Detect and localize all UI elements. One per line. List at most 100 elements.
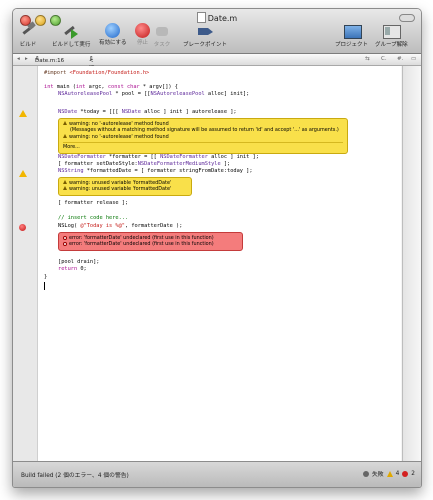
code-line-formatter: NSDateFormatter *formatter = [[ NSDateFo…: [58, 154, 259, 161]
back-arrow-icon[interactable]: ◂: [17, 56, 20, 62]
code-line-formatteddate: NSString *formattedDate = [ formatter st…: [58, 168, 253, 175]
project-icon: [343, 23, 362, 40]
code-text: [ formatter release ];: [58, 200, 129, 206]
stop-button[interactable]: 停止: [135, 23, 150, 47]
warning-icon: [63, 121, 67, 125]
warning-count-icon: [386, 470, 393, 477]
build-button[interactable]: ビルド: [19, 23, 37, 49]
warning-icon: [63, 186, 67, 191]
breakpoint-icon: [196, 23, 214, 40]
error-bubble-undeclared[interactable]: error: 'formatterDate' undeclared (first…: [58, 232, 243, 251]
code-line-return: return 0;: [58, 266, 87, 273]
code-text: alloc ] init ] autorelease ];: [140, 109, 237, 115]
code-line-drain: [pool drain];: [58, 259, 99, 266]
warning-marker-icon[interactable]: [19, 170, 27, 177]
code-text: main (: [53, 84, 76, 90]
warning-icon: [63, 133, 67, 138]
code-line-close-brace: }: [44, 274, 47, 281]
keyword: return: [58, 266, 78, 272]
ungroup-button[interactable]: グループ解除: [375, 23, 408, 49]
file-popup-label: Date.m:16: [35, 58, 65, 64]
warning-bubble-autorelease[interactable]: warning: no '-autorelease' method found …: [58, 118, 348, 154]
build-run-icon: [62, 23, 80, 40]
ungroup-label: グループ解除: [375, 42, 408, 48]
build-label: ビルド: [19, 42, 37, 48]
warning-bubble-unused[interactable]: warning: unused variable 'formattedDate'…: [58, 177, 192, 196]
code-text: * argv[]) {: [139, 84, 178, 90]
navigation-bar: ◂ ▸ Date.m:16 ⇕ <選択されたシンボルなし> ⇕ ⇆ C. #. …: [13, 54, 421, 158]
code-text: [pool drain];: [58, 259, 100, 265]
gutter: [13, 66, 38, 461]
toolbar-toggle-button[interactable]: [399, 14, 415, 22]
split-editor-icon[interactable]: ▭: [411, 56, 416, 62]
code-text: ];: [220, 161, 231, 167]
code-line-today: NSDate *today = [[[ NSDate alloc ] init …: [58, 109, 237, 116]
code-text: , formatterDate );: [124, 223, 183, 229]
type-name: NSAutoreleasePool: [58, 91, 113, 97]
project-label: プロジェクト: [335, 42, 369, 48]
breakpoints-label: ブレークポイント: [183, 42, 228, 48]
code-text: *formattedDate = [ formatter stringFromD…: [83, 168, 253, 174]
code-text: *formatter = [[: [105, 154, 161, 160]
code-line-main: int main (int argc, const char * argv[])…: [44, 84, 178, 91]
forward-arrow-icon[interactable]: ▸: [25, 56, 28, 62]
window-title: Date.m: [13, 12, 421, 23]
code-line-nslog: NSLog( @"Today is %@", formatterDate );: [58, 223, 182, 230]
string-literal: @"Today is %@": [80, 223, 125, 229]
code-line-comment: // insert code here...: [58, 215, 128, 222]
build-results[interactable]: 失敗 4 2: [362, 469, 415, 478]
error-count-icon: [402, 470, 409, 477]
vertical-scrollbar[interactable]: [402, 66, 421, 461]
project-button[interactable]: プロジェクト: [335, 23, 368, 49]
error-count: 2: [411, 470, 415, 477]
code-text: }: [44, 274, 48, 280]
code-line-import: #import <Foundation/Foundation.h>: [44, 70, 149, 77]
warning-text: warning: unused variable 'formattedDate': [69, 186, 172, 193]
more-link[interactable]: More...: [63, 142, 343, 150]
build-and-run-button[interactable]: ビルドして実行: [52, 23, 90, 49]
tasks-label: タスク: [153, 42, 171, 48]
document-icon: [196, 12, 206, 23]
build-status-text: Build failed (2 個のエラー、4 個の警告): [21, 473, 129, 479]
hammer-icon: [19, 23, 37, 40]
code-text: 0;: [77, 266, 87, 272]
tasks-button[interactable]: タスク: [153, 23, 171, 49]
symbol-popup[interactable]: <選択されたシンボルなし> ⇕: [89, 56, 95, 158]
enable-button[interactable]: 有効にする: [99, 23, 127, 47]
lock-icon[interactable]: #.: [397, 56, 403, 62]
code-text: NSLog(: [58, 223, 81, 229]
failed-icon: [362, 470, 369, 477]
error-marker-icon[interactable]: [19, 224, 26, 231]
code-editor[interactable]: #import <Foundation/Foundation.h> int ma…: [38, 66, 401, 461]
xcode-window: Date.m ビルド ビルドして実行 有効にする 停止 タスク ブレークポイント: [12, 8, 422, 488]
file-popup[interactable]: Date.m:16 ⇕: [35, 56, 64, 64]
code-comment: // insert code here...: [58, 215, 129, 221]
preprocessor-import: #import: [44, 70, 70, 76]
group-icon: [382, 23, 402, 40]
warning-text: warning: no '-autorelease' method found: [69, 133, 169, 140]
status-bar: Build failed (2 個のエラー、4 個の警告) 失敗 4 2: [13, 461, 421, 487]
keyword: const: [107, 84, 124, 90]
type-name: NSString: [58, 168, 84, 174]
code-text: alloc ] init ];: [207, 154, 259, 160]
text-cursor: [44, 282, 45, 290]
type-name: NSDate: [58, 109, 78, 115]
error-text: error: 'formatterDate' undeclared (first…: [69, 235, 214, 241]
error-text: error: 'formatterDate' undeclared (first…: [69, 241, 214, 248]
type-name: NSDateFormatter: [58, 154, 106, 160]
stop-icon: [135, 23, 150, 38]
warning-marker-icon[interactable]: [19, 110, 27, 117]
code-text: [ formatter setDateStyle:: [58, 161, 138, 167]
keyword: int: [44, 84, 54, 90]
warning-count: 4: [395, 470, 400, 477]
enable-label: 有効にする: [99, 40, 127, 46]
breakpoints-button[interactable]: ブレークポイント: [183, 23, 227, 49]
stop-label: 停止: [136, 40, 148, 46]
error-icon: [63, 235, 67, 240]
type-name: NSDate: [121, 109, 141, 115]
code-line-release: [ formatter release ];: [58, 200, 128, 207]
bookmarks-icon[interactable]: C.: [381, 56, 387, 62]
code-text: * pool = [[: [112, 91, 151, 97]
warning-icon: [63, 180, 67, 184]
counterpart-icon[interactable]: ⇆: [365, 56, 370, 62]
